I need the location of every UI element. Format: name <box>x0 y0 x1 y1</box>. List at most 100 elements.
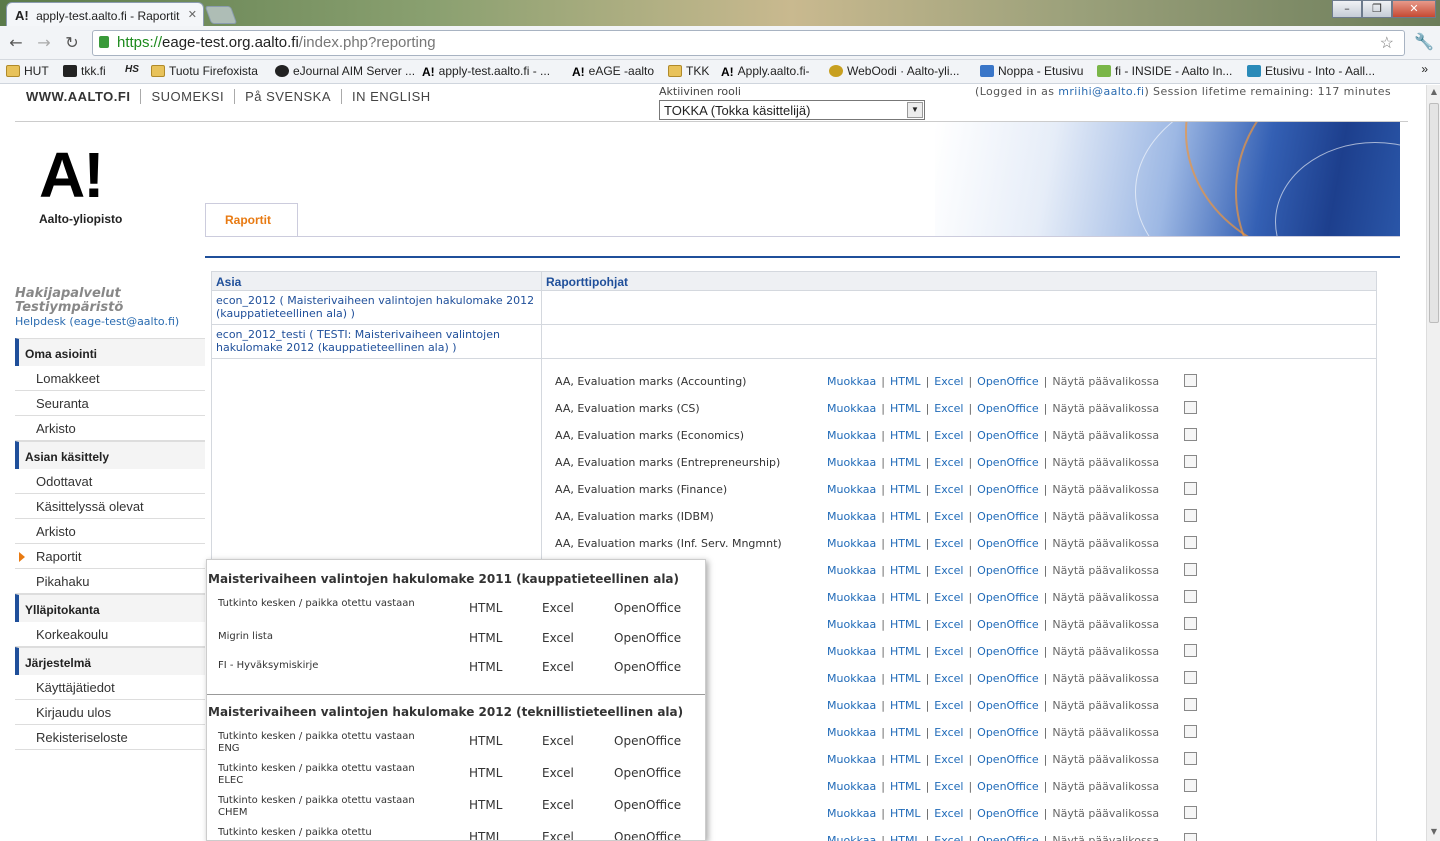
show-in-menu-checkbox[interactable] <box>1184 752 1197 765</box>
popup-html-link[interactable]: HTML <box>469 766 502 780</box>
link-english[interactable]: IN ENGLISH <box>342 89 441 104</box>
subject-link[interactable]: econ_2012_testi ( TESTI: Maisterivaiheen… <box>212 325 542 358</box>
edit-link[interactable]: Muokkaa <box>827 726 876 739</box>
edit-link[interactable]: Muokkaa <box>827 483 876 496</box>
edit-link[interactable]: Muokkaa <box>827 429 876 442</box>
link-swedish[interactable]: På SVENSKA <box>235 89 343 104</box>
bookmark-item[interactable]: WebOodi · Aalto-yli... <box>829 64 960 78</box>
bookmark-item[interactable]: A! eAGE -aalto <box>572 64 654 79</box>
show-in-menu-checkbox[interactable] <box>1184 482 1197 495</box>
openoffice-link[interactable]: OpenOffice <box>977 456 1039 469</box>
bookmark-item[interactable]: A! Apply.aalto.fi- <box>721 64 809 79</box>
edit-link[interactable]: Muokkaa <box>827 780 876 793</box>
excel-link[interactable]: Excel <box>934 456 963 469</box>
html-link[interactable]: HTML <box>890 672 921 685</box>
sidebar-item-kirjaudu-ulos[interactable]: Kirjaudu ulos <box>15 700 205 725</box>
sidebar-item-korkeakoulu[interactable]: Korkeakoulu <box>15 622 205 647</box>
edit-link[interactable]: Muokkaa <box>827 807 876 820</box>
show-in-menu-checkbox[interactable] <box>1184 698 1197 711</box>
openoffice-link[interactable]: OpenOffice <box>977 834 1039 841</box>
html-link[interactable]: HTML <box>890 537 921 550</box>
popup-html-link[interactable]: HTML <box>469 734 502 748</box>
bookmark-item[interactable]: eJournal AIM Server ... <box>275 64 415 78</box>
edit-link[interactable]: Muokkaa <box>827 618 876 631</box>
html-link[interactable]: HTML <box>890 564 921 577</box>
html-link[interactable]: HTML <box>890 510 921 523</box>
edit-link[interactable]: Muokkaa <box>827 645 876 658</box>
tab-close-icon[interactable]: ✕ <box>188 8 197 21</box>
link-finnish[interactable]: SUOMEKSI <box>141 89 236 104</box>
popup-excel-link[interactable]: Excel <box>542 830 574 840</box>
html-link[interactable]: HTML <box>890 456 921 469</box>
popup-html-link[interactable]: HTML <box>469 631 502 645</box>
popup-openoffice-link[interactable]: OpenOffice <box>614 830 681 840</box>
bookmark-item[interactable]: HUT <box>6 64 49 78</box>
show-in-menu-checkbox[interactable] <box>1184 617 1197 630</box>
show-in-menu-checkbox[interactable] <box>1184 806 1197 819</box>
edit-link[interactable]: Muokkaa <box>827 375 876 388</box>
popup-openoffice-link[interactable]: OpenOffice <box>614 601 681 615</box>
html-link[interactable]: HTML <box>890 429 921 442</box>
excel-link[interactable]: Excel <box>934 699 963 712</box>
excel-link[interactable]: Excel <box>934 834 963 841</box>
html-link[interactable]: HTML <box>890 645 921 658</box>
popup-html-link[interactable]: HTML <box>469 660 502 674</box>
popup-excel-link[interactable]: Excel <box>542 798 574 812</box>
excel-link[interactable]: Excel <box>934 429 963 442</box>
excel-link[interactable]: Excel <box>934 726 963 739</box>
scroll-down-icon[interactable]: ▼ <box>1429 827 1439 839</box>
excel-link[interactable]: Excel <box>934 510 963 523</box>
sidebar-item-lomakkeet[interactable]: Lomakkeet <box>15 366 205 391</box>
back-icon[interactable]: ← <box>5 32 27 54</box>
html-link[interactable]: HTML <box>890 753 921 766</box>
openoffice-link[interactable]: OpenOffice <box>977 618 1039 631</box>
bookmark-item[interactable]: TKK <box>668 64 709 78</box>
scrollbar-thumb[interactable] <box>1429 103 1439 323</box>
forward-icon[interactable]: → <box>33 32 55 54</box>
html-link[interactable]: HTML <box>890 591 921 604</box>
openoffice-link[interactable]: OpenOffice <box>977 537 1039 550</box>
role-select[interactable]: TOKKA (Tokka käsittelijä) ▼ <box>659 100 925 120</box>
show-in-menu-checkbox[interactable] <box>1184 563 1197 576</box>
openoffice-link[interactable]: OpenOffice <box>977 807 1039 820</box>
subject-link[interactable]: econ_2012 ( Maisterivaiheen valintojen h… <box>212 291 542 324</box>
bookmark-item[interactable]: Etusivu - Into - Aall... <box>1247 64 1375 78</box>
excel-link[interactable]: Excel <box>934 807 963 820</box>
sidebar-item-odottavat[interactable]: Odottavat <box>15 469 205 494</box>
sidebar-item-arkisto[interactable]: Arkisto <box>15 416 205 441</box>
excel-link[interactable]: Excel <box>934 591 963 604</box>
sidebar-item-rekisteriseloste[interactable]: Rekisteriseloste <box>15 725 205 750</box>
sidebar-item-kasittelyssa[interactable]: Käsittelyssä olevat <box>15 494 205 519</box>
bookmark-item[interactable]: Noppa - Etusivu <box>980 64 1083 78</box>
popup-excel-link[interactable]: Excel <box>542 766 574 780</box>
html-link[interactable]: HTML <box>890 699 921 712</box>
scroll-up-icon[interactable]: ▲ <box>1429 87 1439 99</box>
openoffice-link[interactable]: OpenOffice <box>977 726 1039 739</box>
show-in-menu-checkbox[interactable] <box>1184 428 1197 441</box>
openoffice-link[interactable]: OpenOffice <box>977 753 1039 766</box>
browser-tab[interactable]: A! apply-test.aalto.fi - Raportit ✕ <box>6 2 204 26</box>
bookmark-item[interactable]: Tuotu Firefoxista <box>151 64 258 78</box>
html-link[interactable]: HTML <box>890 807 921 820</box>
edit-link[interactable]: Muokkaa <box>827 564 876 577</box>
edit-link[interactable]: Muokkaa <box>827 753 876 766</box>
excel-link[interactable]: Excel <box>934 564 963 577</box>
popup-html-link[interactable]: HTML <box>469 601 502 615</box>
openoffice-link[interactable]: OpenOffice <box>977 402 1039 415</box>
openoffice-link[interactable]: OpenOffice <box>977 483 1039 496</box>
openoffice-link[interactable]: OpenOffice <box>977 375 1039 388</box>
bookmark-item[interactable]: fi - INSIDE - Aalto In... <box>1097 64 1232 78</box>
show-in-menu-checkbox[interactable] <box>1184 833 1197 841</box>
show-in-menu-checkbox[interactable] <box>1184 779 1197 792</box>
sidebar-item-kayttajatiedot[interactable]: Käyttäjätiedot <box>15 675 205 700</box>
openoffice-link[interactable]: OpenOffice <box>977 429 1039 442</box>
edit-link[interactable]: Muokkaa <box>827 537 876 550</box>
popup-openoffice-link[interactable]: OpenOffice <box>614 734 681 748</box>
new-tab-button[interactable] <box>204 6 238 24</box>
openoffice-link[interactable]: OpenOffice <box>977 780 1039 793</box>
show-in-menu-checkbox[interactable] <box>1184 374 1197 387</box>
edit-link[interactable]: Muokkaa <box>827 402 876 415</box>
excel-link[interactable]: Excel <box>934 402 963 415</box>
tab-raportit[interactable]: Raportit <box>205 203 298 236</box>
show-in-menu-checkbox[interactable] <box>1184 644 1197 657</box>
